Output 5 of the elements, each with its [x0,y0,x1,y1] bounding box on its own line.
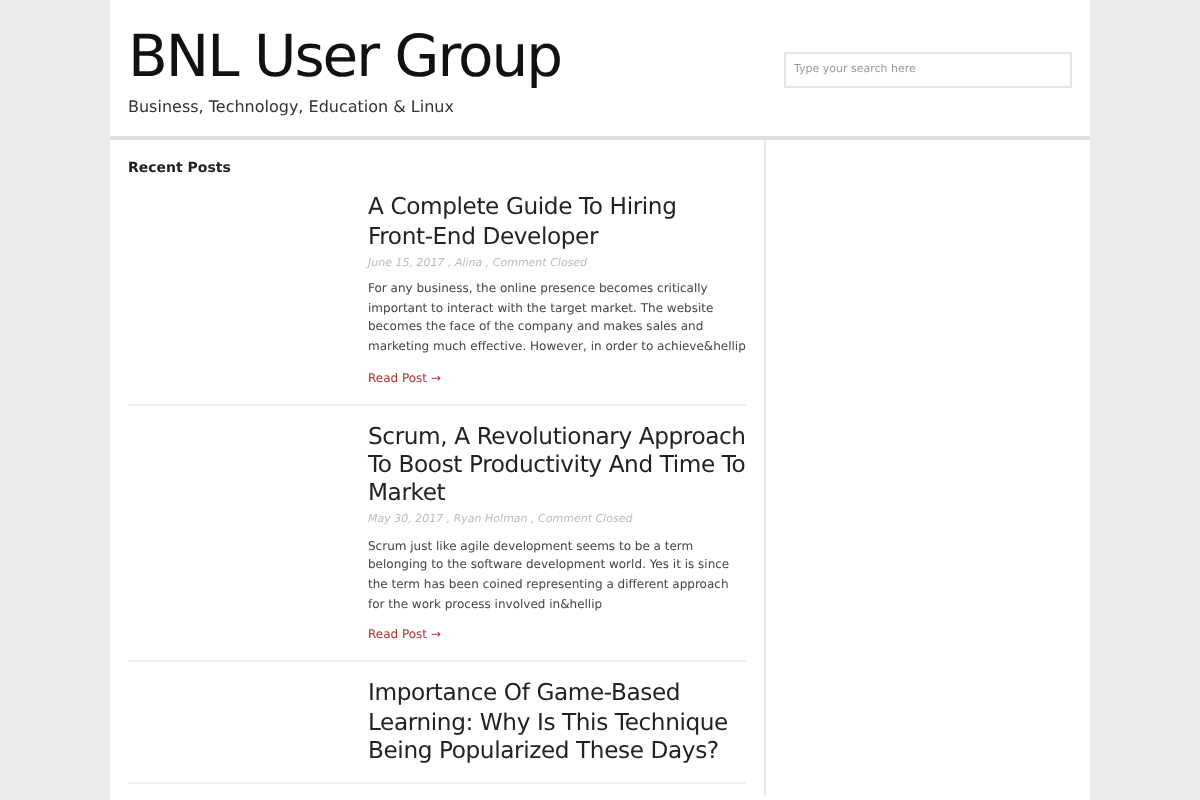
post-title[interactable]: Scrum, A Revolutionary Approach To Boost Productivity And Time To Market [368,421,746,507]
post-title[interactable]: A Complete Guide To Hiring Front-End Developer [368,192,746,250]
post-title[interactable]: Importance Of Game-Based Learning: Why Is This Technique Being Popularized These Days? [368,678,746,764]
site-tagline: Business, Technology, Education & Linux [128,98,456,118]
site-title: BNL User Group [128,28,562,86]
